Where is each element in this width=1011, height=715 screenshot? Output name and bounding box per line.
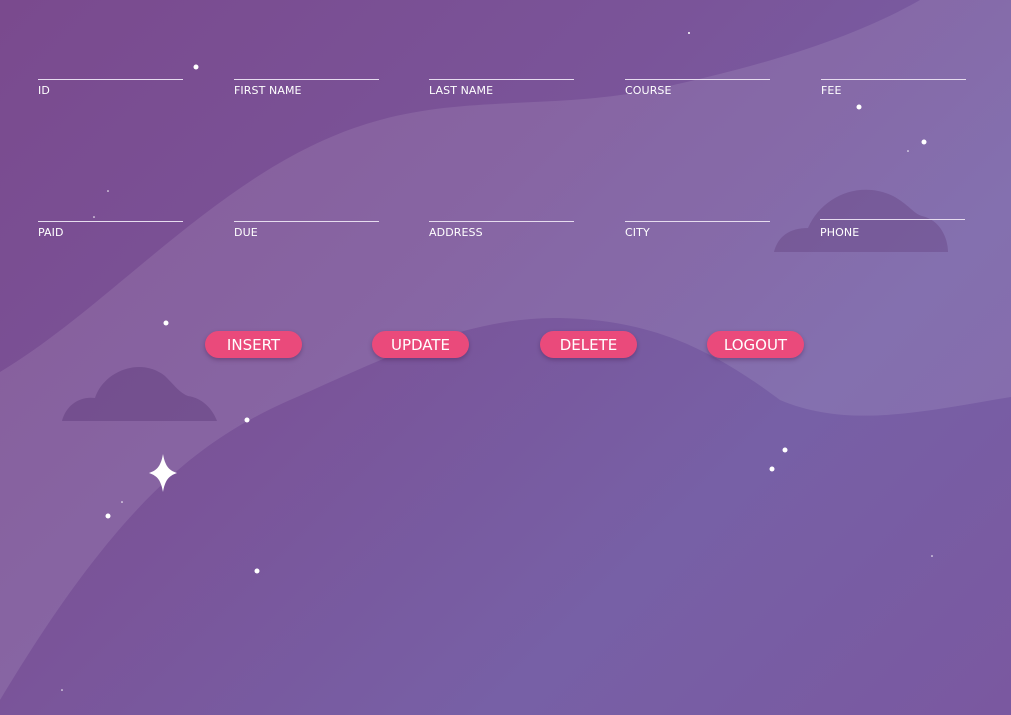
id-field-group: ID	[38, 58, 183, 97]
phone-input[interactable]	[820, 198, 965, 220]
id-label: ID	[38, 84, 50, 97]
due-input[interactable]	[234, 200, 379, 222]
course-input[interactable]	[625, 58, 770, 80]
background-illustration	[0, 0, 1011, 700]
last-name-input[interactable]	[429, 58, 574, 80]
delete-button[interactable]: DELETE	[540, 331, 637, 358]
paid-input[interactable]	[38, 200, 183, 222]
due-label: DUE	[234, 226, 258, 239]
update-button[interactable]: UPDATE	[372, 331, 469, 358]
first-name-field-group: FIRST NAME	[234, 58, 379, 97]
city-input[interactable]	[625, 200, 770, 222]
phone-label: PHONE	[820, 226, 860, 239]
last-name-field-group: LAST NAME	[429, 58, 574, 97]
last-name-label: LAST NAME	[429, 84, 494, 97]
fee-field-group: FEE	[821, 58, 966, 97]
first-name-label: FIRST NAME	[234, 84, 302, 97]
app-window: ID FIRST NAME LAST NAME COURSE FEE PAID …	[0, 0, 1011, 715]
logout-button[interactable]: LOGOUT	[707, 331, 804, 358]
first-name-input[interactable]	[234, 58, 379, 80]
paid-field-group: PAID	[38, 200, 183, 239]
address-input[interactable]	[429, 200, 574, 222]
city-field-group: CITY	[625, 200, 770, 239]
insert-button[interactable]: INSERT	[205, 331, 302, 358]
address-label: ADDRESS	[429, 226, 483, 239]
fee-input[interactable]	[821, 58, 966, 80]
city-label: CITY	[625, 226, 650, 239]
address-field-group: ADDRESS	[429, 200, 574, 239]
id-input[interactable]	[38, 58, 183, 80]
phone-field-group: PHONE	[820, 198, 965, 239]
due-field-group: DUE	[234, 200, 379, 239]
paid-label: PAID	[38, 226, 64, 239]
course-field-group: COURSE	[625, 58, 770, 97]
course-label: COURSE	[625, 84, 672, 97]
fee-label: FEE	[821, 84, 842, 97]
